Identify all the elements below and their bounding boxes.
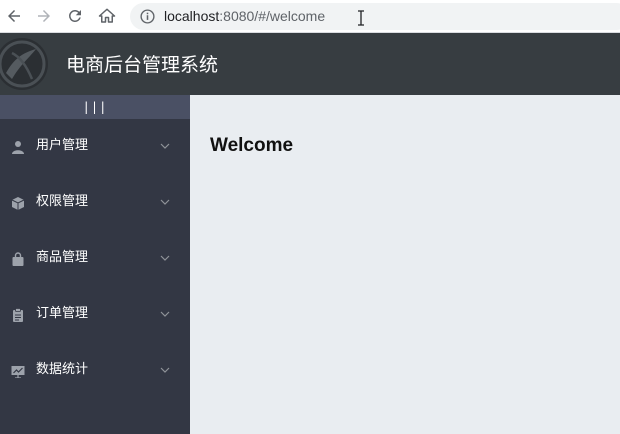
sidebar-item-product-management[interactable]: 商品管理 — [0, 231, 190, 287]
address-bar[interactable]: localhost:8080/#/welcome — [130, 3, 620, 30]
sidebar-item-user-management[interactable]: 用户管理 — [0, 119, 190, 175]
bag-icon — [12, 252, 24, 266]
user-icon — [12, 141, 24, 154]
sidebar-menu: 用户管理 权限管理 商品管理 订单管理 数据统计 — [0, 119, 190, 399]
home-button[interactable] — [95, 4, 119, 28]
welcome-heading: Welcome — [210, 135, 294, 156]
sidebar-item-order-management[interactable]: 订单管理 — [0, 287, 190, 343]
sidebar-item-label: 数据统计 — [36, 362, 89, 377]
sidebar-item-permission-management[interactable]: 权限管理 — [0, 175, 190, 231]
logo-icon — [0, 38, 48, 90]
sidebar-item-label: 商品管理 — [36, 250, 89, 265]
clipboard-icon — [13, 308, 23, 322]
sidebar-item-label: 用户管理 — [36, 138, 89, 153]
reload-button[interactable] — [63, 4, 87, 28]
arrow-right-icon — [38, 10, 50, 22]
chevron-down-icon — [160, 199, 170, 205]
chevron-down-icon — [160, 311, 170, 317]
chart-icon — [11, 366, 25, 378]
app-title: 电商后台管理系统 — [66, 54, 219, 76]
back-button[interactable] — [2, 4, 26, 28]
forward-button[interactable] — [32, 4, 56, 28]
chevron-down-icon — [160, 143, 170, 149]
main-content: Welcome — [190, 95, 620, 434]
reload-icon — [69, 9, 81, 22]
app-header: 电商后台管理系统 — [0, 33, 620, 95]
sidebar-item-data-statistics[interactable]: 数据统计 — [0, 343, 190, 399]
sidebar-item-label: 订单管理 — [36, 306, 89, 321]
url-path: :8080/#/welcome — [219, 8, 326, 24]
sidebar-collapse-toggle[interactable]: ||| — [0, 95, 190, 119]
browser-toolbar: localhost:8080/#/welcome — [0, 0, 620, 33]
chevron-down-icon — [160, 255, 170, 261]
text-cursor-icon — [358, 10, 364, 26]
sidebar: ||| 用户管理 权限管理 商品管理 订单管理 数据统计 — [0, 95, 190, 434]
arrow-left-icon — [8, 10, 20, 22]
home-icon — [98, 8, 116, 23]
box-icon — [11, 197, 25, 210]
url-text[interactable]: localhost:8080/#/welcome — [164, 7, 325, 25]
info-icon[interactable] — [139, 8, 156, 25]
url-host: localhost — [164, 8, 220, 24]
sidebar-item-label: 权限管理 — [36, 194, 89, 209]
chevron-down-icon — [160, 367, 170, 373]
